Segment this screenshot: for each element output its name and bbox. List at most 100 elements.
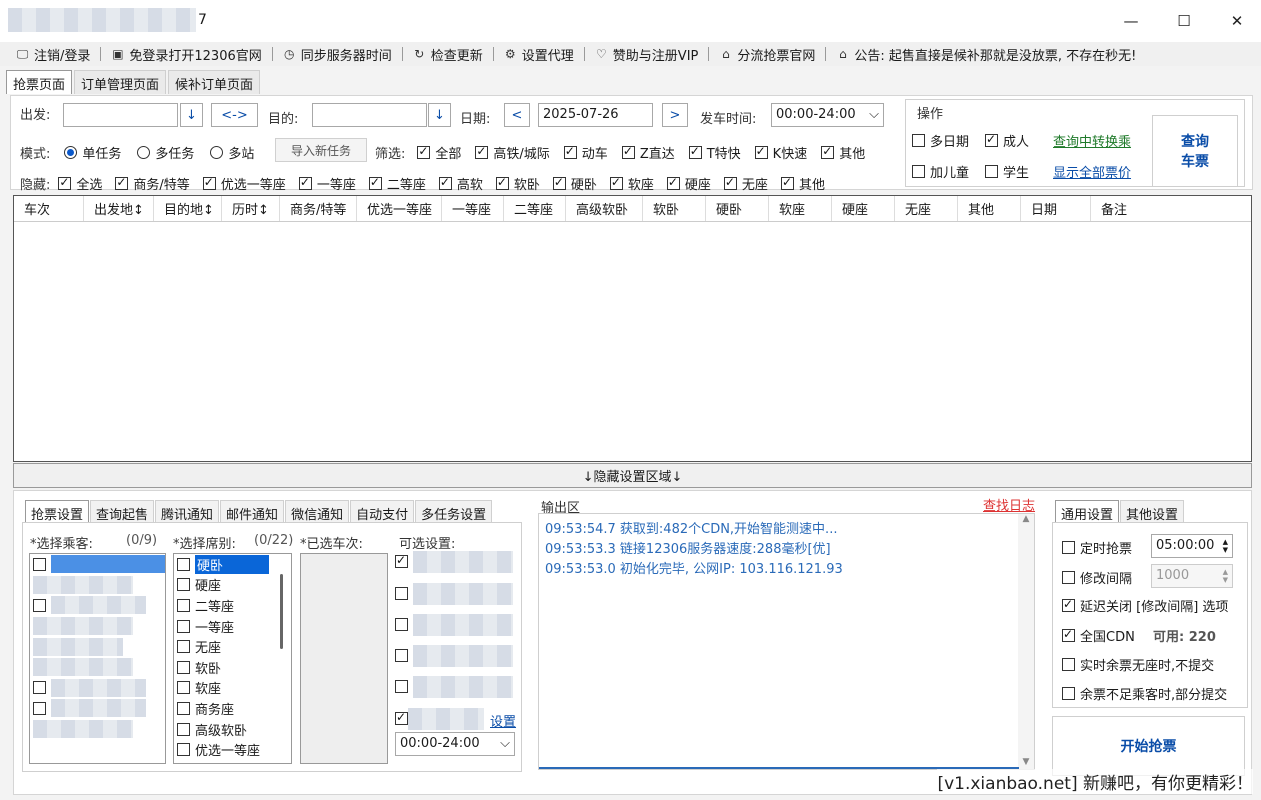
from-dropdown-button[interactable]: ↓	[180, 103, 203, 127]
results-grid[interactable]: 车次 出发地↕ 目的地↕ 历时↕ 商务/特等 优选一等座 一等座 二等座 高级软…	[13, 195, 1252, 462]
passenger-item[interactable]	[30, 554, 165, 575]
tab-waitlist[interactable]: 候补订单页面	[168, 70, 261, 94]
optional-time-select[interactable]: 00:00-24:00 ⌵	[395, 732, 515, 756]
student-checkbox[interactable]: 学生	[985, 162, 1029, 181]
menu-official-site[interactable]: ⌂ 分流抢票官网	[709, 45, 823, 64]
filter-other[interactable]: 其他	[821, 143, 865, 162]
prev-date-button[interactable]: <	[504, 103, 530, 127]
col-business[interactable]: 商务/特等	[280, 196, 357, 221]
seat-item[interactable]: 软卧	[174, 657, 291, 678]
seat-list[interactable]: 硬卧 硬座 二等座 一等座 无座 软卧 软座 商务座 高级软卧 优选一等座	[173, 553, 292, 764]
hide-hard-sleeper[interactable]: 硬卧	[552, 174, 597, 193]
from-input[interactable]	[63, 103, 178, 127]
col-duration[interactable]: 历时↕	[222, 196, 280, 221]
query-tickets-button[interactable]: 查询 车票	[1152, 115, 1238, 187]
optional-checkbox-2[interactable]	[395, 586, 408, 601]
swap-button[interactable]: <->	[211, 103, 258, 127]
mode-multi[interactable]: 多任务	[137, 143, 194, 162]
col-other[interactable]: 其他	[958, 196, 1021, 221]
seat-item[interactable]: 商务座	[174, 698, 291, 719]
hide-hard-seat[interactable]: 硬座	[666, 174, 711, 193]
menu-sync-time[interactable]: ◷ 同步服务器时间	[273, 45, 400, 64]
output-log[interactable]: 09:53:54.7 获取到:482个CDN,开始智能测速中... 09:53:…	[538, 513, 1035, 770]
col-from[interactable]: 出发地↕	[84, 196, 154, 221]
transfer-link[interactable]: 查询中转换乘	[1053, 131, 1131, 150]
passenger-item[interactable]	[30, 575, 165, 596]
close-button[interactable]: ✕	[1214, 6, 1260, 36]
cdn-checkbox[interactable]: 全国CDN	[1062, 626, 1135, 645]
filter-t[interactable]: T特快	[688, 143, 741, 162]
seat-item[interactable]: 软座	[174, 678, 291, 699]
menu-vip[interactable]: ♡ 赞助与注册VIP	[585, 45, 707, 64]
timed-grab-input[interactable]: 05:00:00 ▲ ▼	[1151, 534, 1233, 558]
all-price-link[interactable]: 显示全部票价	[1053, 162, 1131, 181]
mode-single[interactable]: 单任务	[64, 143, 121, 162]
passenger-item[interactable]	[30, 657, 165, 678]
col-to[interactable]: 目的地↕	[154, 196, 222, 221]
tab-orders[interactable]: 订单管理页面	[74, 70, 167, 94]
hide-all[interactable]: 全选	[58, 174, 102, 193]
col-train[interactable]: 车次	[14, 196, 84, 221]
passenger-item[interactable]	[30, 595, 165, 616]
partial-submit-checkbox[interactable]: 余票不足乘客时,部分提交	[1062, 684, 1227, 703]
hide-soft-seat[interactable]: 软座	[609, 174, 654, 193]
mode-multistation[interactable]: 多站	[210, 143, 254, 162]
filter-gaotie[interactable]: 高铁/城际	[475, 143, 550, 162]
seat-item[interactable]: 无座	[174, 636, 291, 657]
optional-checkbox-3[interactable]	[395, 617, 408, 632]
to-input[interactable]	[312, 103, 427, 127]
minimize-button[interactable]: —	[1108, 6, 1154, 36]
hide-high-soft[interactable]: 高软	[438, 174, 483, 193]
seat-item[interactable]: 二等座	[174, 595, 291, 616]
multi-date-checkbox[interactable]: 多日期	[912, 131, 969, 150]
delay-close-checkbox[interactable]: 延迟关闭 [修改间隔] 选项	[1062, 596, 1228, 615]
col-date[interactable]: 日期	[1021, 196, 1091, 221]
no-seat-checkbox[interactable]: 实时余票无座时,不提交	[1062, 655, 1214, 674]
interval-input[interactable]: 1000 ▲ ▼	[1151, 564, 1233, 588]
passenger-item[interactable]	[30, 616, 165, 637]
menu-login[interactable]: 🖵 注销/登录	[6, 45, 98, 64]
filter-all[interactable]: 全部	[417, 143, 461, 162]
menu-check-update[interactable]: ↻ 检查更新	[403, 45, 491, 64]
adult-checkbox[interactable]: 成人	[985, 131, 1029, 150]
col-premium-first[interactable]: 优选一等座	[357, 196, 442, 221]
hide-business[interactable]: 商务/特等	[115, 174, 190, 193]
next-date-button[interactable]: >	[662, 103, 688, 127]
col-first[interactable]: 一等座	[442, 196, 504, 221]
date-input[interactable]: 2025-07-26	[538, 103, 653, 127]
col-high-soft-sleeper[interactable]: 高级软卧	[566, 196, 643, 221]
hide-premium-first[interactable]: 优选一等座	[202, 174, 286, 193]
to-dropdown-button[interactable]: ↓	[428, 103, 451, 127]
import-task-button[interactable]: 导入新任务	[275, 138, 367, 162]
hide-settings-toggle[interactable]: ↓隐藏设置区域↓	[13, 463, 1252, 488]
col-soft-sleeper[interactable]: 软卧	[643, 196, 706, 221]
filter-dongche[interactable]: 动车	[563, 143, 608, 162]
hide-no-seat[interactable]: 无座	[723, 174, 768, 193]
depart-time-select[interactable]: 00:00-24:00 ⌵	[771, 103, 884, 127]
passenger-item[interactable]	[30, 636, 165, 657]
seat-item[interactable]: 优选一等座	[174, 739, 291, 760]
menu-open-official[interactable]: ▣ 免登录打开12306官网	[101, 45, 269, 64]
passenger-list[interactable]	[29, 553, 166, 764]
optional-checkbox-5[interactable]	[395, 679, 408, 694]
menu-proxy[interactable]: ⚙ 设置代理	[494, 45, 582, 64]
col-second[interactable]: 二等座	[504, 196, 566, 221]
interval-checkbox[interactable]: 修改间隔	[1062, 568, 1132, 587]
filter-z[interactable]: Z直达	[621, 143, 675, 162]
passenger-item[interactable]	[30, 719, 165, 740]
hide-soft-sleeper[interactable]: 软卧	[495, 174, 540, 193]
optional-checkbox-1[interactable]	[395, 553, 408, 569]
seat-item[interactable]: 一等座	[174, 616, 291, 637]
start-grab-button[interactable]: 开始抢票	[1052, 716, 1245, 776]
filter-k[interactable]: K快速	[754, 143, 807, 162]
seat-item[interactable]: 硬卧	[174, 554, 291, 575]
col-remark[interactable]: 备注	[1091, 196, 1211, 221]
selected-trains-list[interactable]	[300, 553, 388, 764]
timed-grab-checkbox[interactable]: 定时抢票	[1062, 538, 1132, 557]
output-scrollbar[interactable]: ▲ ▼	[1018, 514, 1034, 769]
col-no-seat[interactable]: 无座	[895, 196, 958, 221]
hide-first[interactable]: 一等座	[298, 174, 356, 193]
hide-second[interactable]: 二等座	[368, 174, 426, 193]
optional-settings-link[interactable]: 设置	[490, 711, 516, 730]
hide-other[interactable]: 其他	[780, 174, 825, 193]
